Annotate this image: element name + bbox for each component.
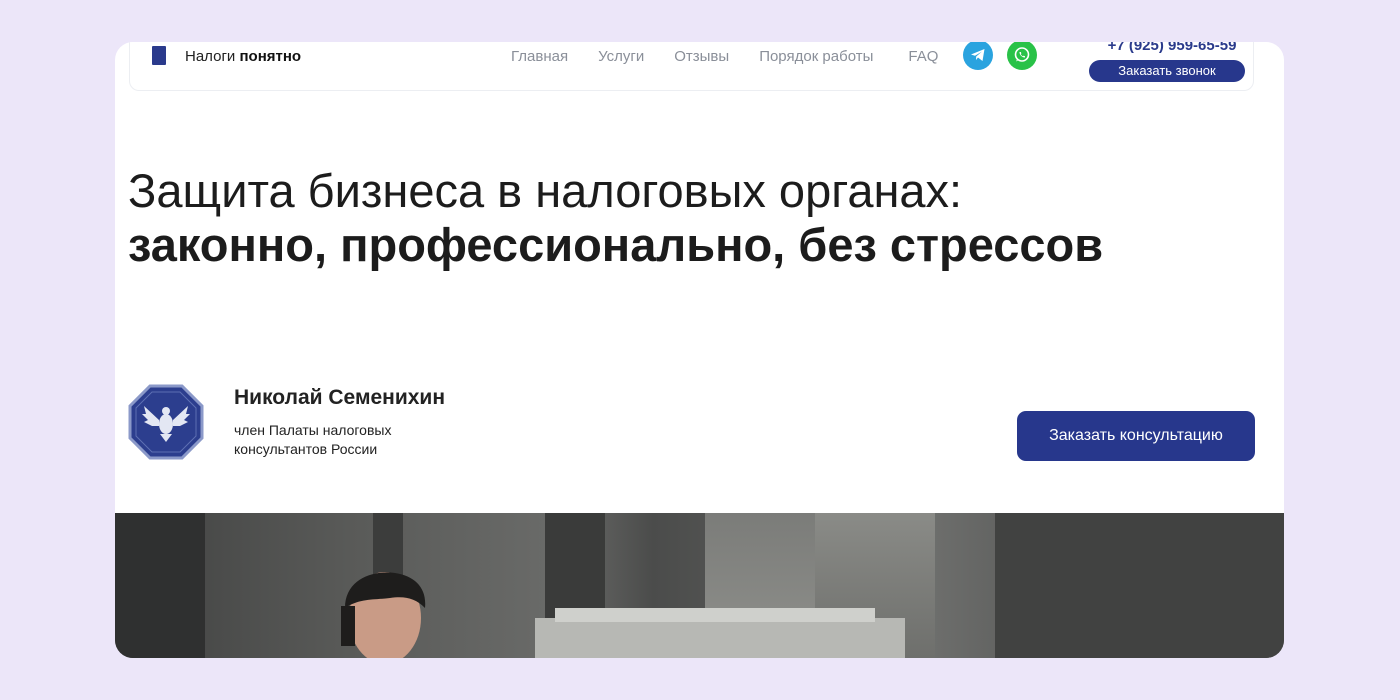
nav-item-home[interactable]: Главная (511, 48, 568, 65)
hero-title-line1: Защита бизнеса в налоговых органах: (128, 164, 963, 217)
site-header: Налоги понятно Главная Услуги Отзывы Пор… (129, 42, 1254, 91)
hero-title: Защита бизнеса в налоговых органах: зако… (128, 164, 1103, 272)
telegram-icon[interactable] (963, 42, 993, 70)
hero-photo (115, 513, 1284, 658)
hero-title-line2: законно, профессионально, без стрессов (128, 218, 1104, 271)
main-nav: Главная Услуги Отзывы Порядок работы FAQ (511, 48, 968, 65)
order-consultation-button[interactable]: Заказать консультацию (1017, 411, 1255, 461)
nav-item-reviews[interactable]: Отзывы (674, 48, 729, 65)
nav-item-workflow[interactable]: Порядок работы (759, 48, 873, 65)
nav-item-services[interactable]: Услуги (598, 48, 644, 65)
order-call-button[interactable]: Заказать звонок (1089, 60, 1245, 82)
nav-item-faq[interactable]: FAQ (908, 48, 938, 65)
person-role: член Палаты налоговых консультантов Росс… (234, 422, 392, 457)
logo-text: Налоги понятно (185, 47, 302, 65)
eagle-emblem-icon (128, 384, 204, 460)
site-logo[interactable]: Налоги понятно (152, 45, 301, 67)
whatsapp-icon[interactable] (1007, 42, 1037, 70)
book-icon (152, 45, 172, 67)
phone-number[interactable]: +7 (925) 959-65-59 (1097, 42, 1247, 54)
page-frame: Налоги понятно Главная Услуги Отзывы Пор… (115, 42, 1284, 658)
person-name: Николай Семенихин (234, 386, 446, 409)
